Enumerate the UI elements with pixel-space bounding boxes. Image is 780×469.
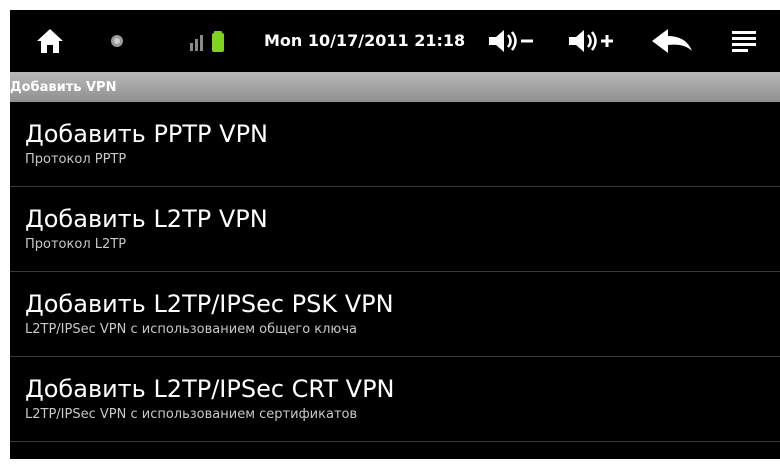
battery-icon	[212, 33, 224, 52]
status-datetime: Mon 10/17/2011 21:18	[264, 31, 466, 50]
list-item-title: Добавить L2TP VPN	[25, 205, 268, 233]
back-icon[interactable]	[648, 10, 696, 72]
list-item-subtitle: Протокол PPTP	[25, 152, 127, 167]
notification-dot-icon[interactable]	[106, 10, 128, 72]
list-item-title: Добавить PPTP VPN	[25, 120, 268, 148]
screen-frame-bottom	[0, 459, 780, 469]
volume-up-icon[interactable]	[564, 10, 620, 72]
vpn-type-list: Добавить PPTP VPN Протокол PPTP Добавить…	[10, 102, 780, 442]
screen-frame-top	[0, 0, 780, 10]
screen-title: Добавить VPN	[10, 79, 117, 95]
list-item-pptp[interactable]: Добавить PPTP VPN Протокол PPTP	[10, 102, 780, 187]
list-item-subtitle: L2TP/IPSec VPN с использованием сертифик…	[25, 407, 358, 422]
list-item-subtitle: Протокол L2TP	[25, 237, 127, 252]
list-item-l2tp-ipsec-psk[interactable]: Добавить L2TP/IPSec PSK VPN L2TP/IPSec V…	[10, 272, 780, 357]
list-item-title: Добавить L2TP/IPSec PSK VPN	[25, 290, 394, 318]
menu-icon[interactable]	[726, 10, 762, 72]
status-bar: Mon 10/17/2011 21:18	[10, 10, 780, 72]
volume-down-icon[interactable]	[484, 10, 540, 72]
list-item-title: Добавить L2TP/IPSec CRT VPN	[25, 375, 395, 403]
list-item-subtitle: L2TP/IPSec VPN с использованием общего к…	[25, 322, 358, 337]
list-item-l2tp[interactable]: Добавить L2TP VPN Протокол L2TP	[10, 187, 780, 272]
home-icon[interactable]	[30, 10, 70, 72]
list-item-l2tp-ipsec-crt[interactable]: Добавить L2TP/IPSec CRT VPN L2TP/IPSec V…	[10, 357, 780, 442]
screen-frame-left	[0, 0, 10, 469]
screen-title-bar: Добавить VPN	[10, 72, 780, 102]
signal-icon	[188, 10, 228, 72]
